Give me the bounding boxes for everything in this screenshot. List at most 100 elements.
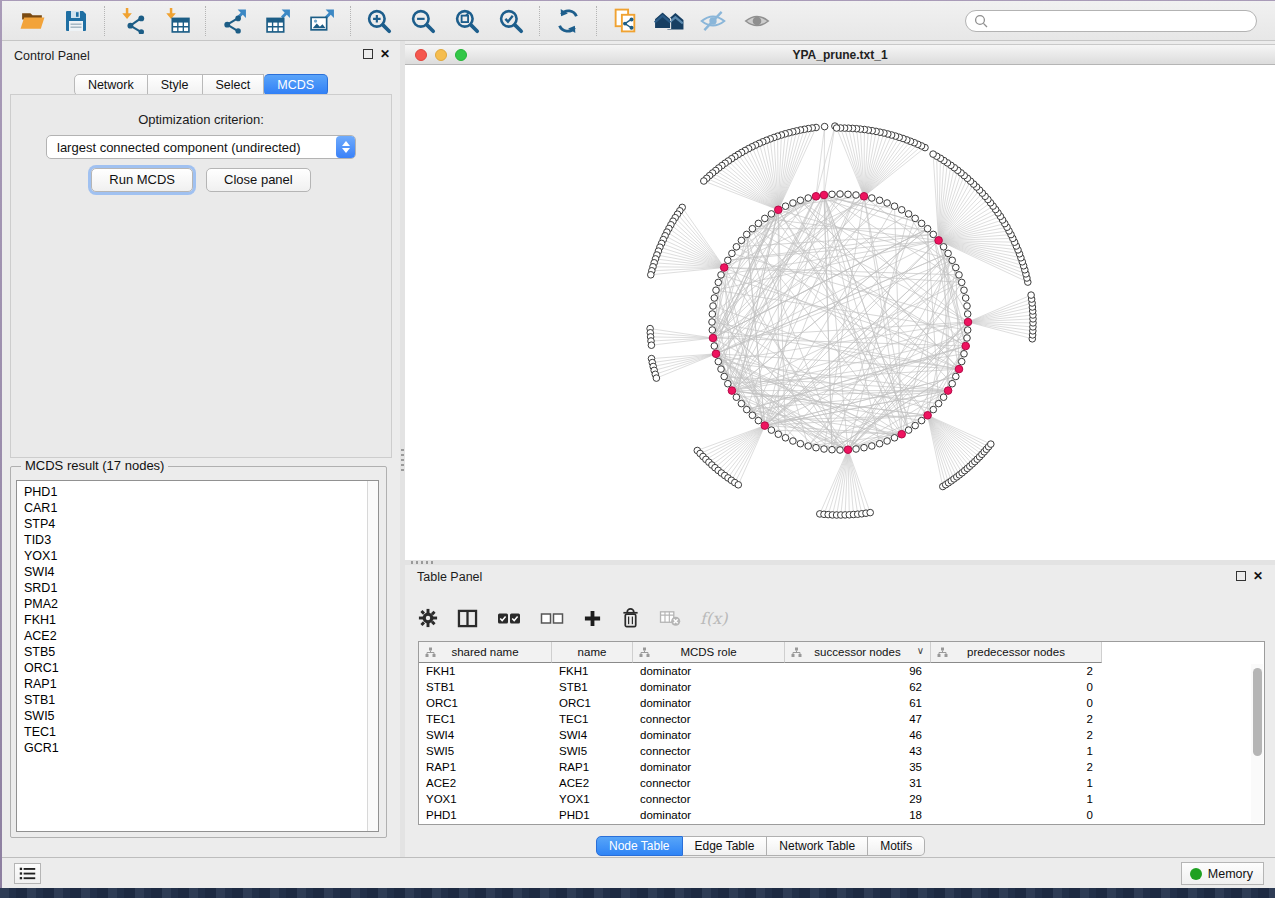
network-node[interactable]: [958, 279, 965, 286]
table-cell[interactable]: 2: [931, 727, 1102, 743]
network-node[interactable]: [797, 197, 804, 204]
network-node[interactable]: [949, 257, 956, 264]
network-node[interactable]: [837, 447, 844, 454]
network-node[interactable]: [861, 444, 868, 451]
network-node[interactable]: [725, 257, 732, 264]
mcds-result-item[interactable]: SRD1: [17, 580, 378, 596]
network-hub-node[interactable]: [761, 422, 769, 430]
network-node[interactable]: [718, 366, 725, 373]
network-node[interactable]: [733, 394, 740, 401]
network-node[interactable]: [762, 215, 769, 222]
float-panel-icon[interactable]: [363, 49, 373, 59]
network-node[interactable]: [718, 272, 725, 279]
table-row[interactable]: SWI5SWI5connector431: [419, 743, 1264, 759]
mcds-result-item[interactable]: FKH1: [17, 612, 378, 628]
network-hub-node[interactable]: [944, 387, 952, 395]
hide-selected-button[interactable]: [695, 4, 731, 38]
import-table-button[interactable]: [159, 4, 195, 38]
delete-column-button[interactable]: [621, 608, 640, 628]
mcds-result-item[interactable]: STB5: [17, 644, 378, 660]
network-node[interactable]: [738, 237, 745, 244]
table-cell[interactable]: 1: [931, 775, 1102, 791]
mcds-result-item[interactable]: SWI5: [17, 708, 378, 724]
network-node[interactable]: [867, 509, 874, 516]
table-cell[interactable]: dominator: [633, 679, 785, 695]
table-cell[interactable]: PHD1: [419, 807, 552, 823]
network-node[interactable]: [930, 406, 937, 413]
network-node[interactable]: [768, 211, 775, 218]
table-cell[interactable]: YOX1: [419, 791, 552, 807]
column-header-shared-name[interactable]: shared name: [419, 642, 552, 663]
network-hub-node[interactable]: [709, 334, 717, 342]
column-settings-button[interactable]: [418, 608, 438, 628]
network-node[interactable]: [905, 427, 912, 434]
table-cell[interactable]: PHD1: [552, 807, 633, 823]
network-hub-node[interactable]: [860, 193, 868, 201]
table-cell[interactable]: ORC1: [552, 695, 633, 711]
table-cell[interactable]: ACE2: [552, 775, 633, 791]
zoom-out-button[interactable]: [405, 4, 441, 38]
table-cell[interactable]: SWI4: [419, 727, 552, 743]
network-node[interactable]: [711, 343, 718, 350]
network-node[interactable]: [829, 446, 836, 453]
network-node[interactable]: [988, 441, 995, 448]
network-node[interactable]: [953, 373, 960, 380]
network-node[interactable]: [755, 220, 762, 227]
mcds-result-item[interactable]: YOX1: [17, 548, 378, 564]
network-node[interactable]: [884, 438, 891, 445]
table-cell[interactable]: 46: [785, 727, 931, 743]
network-hub-node[interactable]: [935, 237, 943, 245]
network-node[interactable]: [962, 295, 969, 302]
network-node[interactable]: [891, 435, 898, 442]
network-hub-node[interactable]: [962, 342, 970, 350]
network-hub-node[interactable]: [964, 318, 972, 326]
table-scrollbar[interactable]: [1251, 664, 1263, 823]
table-cell[interactable]: FKH1: [419, 663, 552, 679]
network-node[interactable]: [869, 195, 876, 202]
tab-motifs[interactable]: Motifs: [868, 836, 925, 856]
network-node[interactable]: [853, 446, 860, 453]
network-node[interactable]: [961, 351, 968, 358]
table-cell[interactable]: 29: [785, 791, 931, 807]
window-zoom-button[interactable]: [455, 49, 467, 61]
network-node[interactable]: [715, 358, 722, 365]
network-node[interactable]: [918, 417, 925, 424]
zoom-selected-button[interactable]: [493, 4, 529, 38]
network-node[interactable]: [964, 303, 971, 310]
table-cell[interactable]: 96: [785, 663, 931, 679]
table-cell[interactable]: 0: [931, 807, 1102, 823]
network-node[interactable]: [876, 197, 883, 204]
table-cell[interactable]: dominator: [633, 695, 785, 711]
export-table-button[interactable]: [260, 4, 296, 38]
run-mcds-button[interactable]: Run MCDS: [91, 168, 193, 192]
network-hub-node[interactable]: [898, 430, 906, 438]
network-hub-node[interactable]: [712, 350, 720, 358]
export-image-button[interactable]: [304, 4, 340, 38]
network-hub-node[interactable]: [775, 206, 783, 214]
table-row[interactable]: RAP1RAP1dominator352: [419, 759, 1264, 775]
network-node[interactable]: [729, 250, 736, 257]
table-cell[interactable]: SWI5: [419, 743, 552, 759]
network-node[interactable]: [733, 244, 740, 251]
window-close-button[interactable]: [415, 49, 427, 61]
network-node[interactable]: [912, 215, 919, 222]
column-header-successor-nodes[interactable]: successor nodes∨: [785, 642, 931, 663]
network-node[interactable]: [945, 250, 952, 257]
add-column-button[interactable]: [583, 609, 602, 628]
tab-edge-table[interactable]: Edge Table: [683, 836, 768, 856]
table-cell[interactable]: dominator: [633, 759, 785, 775]
mcds-result-item[interactable]: SWI4: [17, 564, 378, 580]
network-node[interactable]: [715, 279, 722, 286]
network-node[interactable]: [721, 373, 728, 380]
tab-node-table[interactable]: Node Table: [596, 836, 683, 856]
table-cell[interactable]: SWI5: [552, 743, 633, 759]
network-node[interactable]: [821, 446, 828, 453]
network-canvas[interactable]: [405, 65, 1275, 560]
tab-network[interactable]: Network: [74, 74, 148, 96]
table-cell[interactable]: 35: [785, 759, 931, 775]
network-node[interactable]: [805, 443, 812, 450]
network-node[interactable]: [961, 287, 968, 294]
table-cell[interactable]: 47: [785, 711, 931, 727]
table-cell[interactable]: STB1: [552, 679, 633, 695]
tab-style[interactable]: Style: [148, 74, 203, 96]
